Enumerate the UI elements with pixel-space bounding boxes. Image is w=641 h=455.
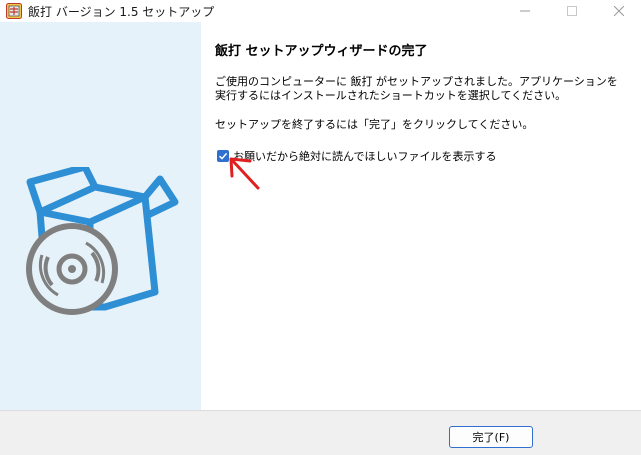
close-button[interactable]: [596, 0, 641, 22]
red-arrow-annotation: [229, 157, 260, 190]
finish-instruction: セットアップを終了するには「完了」をクリックしてください。: [215, 118, 534, 131]
close-icon: [614, 6, 624, 16]
footer-bar: 完了(F): [0, 410, 641, 455]
minimize-button[interactable]: [502, 0, 548, 22]
title-bar: 飯打 バージョン 1.5 セットアップ: [0, 0, 641, 22]
minimize-icon: [520, 10, 530, 12]
completion-message: ご使用のコンピューターに 飯打 がセットアップされました。アプリケーションを実行…: [215, 75, 618, 102]
software-box-icon: [26, 167, 179, 315]
page-title: 飯打 セットアップウィザードの完了: [215, 44, 428, 59]
window-title: 飯打 バージョン 1.5 セットアップ: [28, 5, 215, 19]
finish-button[interactable]: 完了(F): [449, 426, 533, 448]
installer-window: 飯打 バージョン 1.5 セットアップ 飯打 セットアップウィザードの完了 ご使…: [0, 0, 641, 455]
maximize-icon: [567, 6, 577, 16]
maximize-button[interactable]: [549, 0, 595, 22]
sidebar-panel: [0, 22, 201, 410]
app-icon: [6, 3, 22, 19]
show-readme-label[interactable]: お願いだから絶対に読んでほしいファイルを表示する: [233, 148, 496, 164]
main-content: 飯打 セットアップウィザードの完了 ご使用のコンピューターに 飯打 がセットアッ…: [201, 22, 641, 410]
